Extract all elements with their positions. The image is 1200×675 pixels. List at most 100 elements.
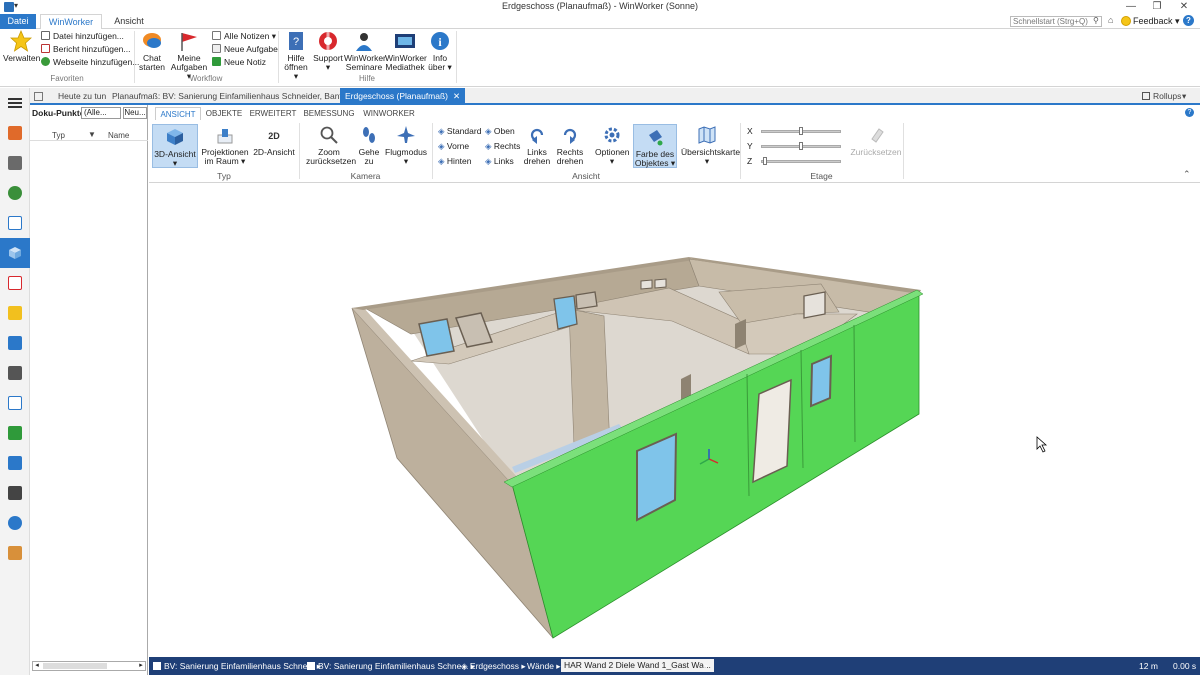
plan-icon[interactable] — [8, 336, 22, 350]
list-icon[interactable] — [8, 396, 22, 410]
breadcrumb-item-bv-1[interactable]: BV: Sanierung Einfamilienhaus Schne... ▸ — [153, 661, 321, 672]
shapes-icon[interactable] — [8, 426, 22, 440]
camera-icon[interactable] — [8, 366, 22, 380]
sidebar-item-3d-selected[interactable] — [0, 238, 30, 268]
front-door[interactable] — [752, 378, 792, 484]
window-frame[interactable] — [640, 279, 653, 290]
ansicht-3d-button[interactable]: 3D-Ansicht ▾ — [152, 124, 198, 168]
slider-y[interactable] — [761, 142, 841, 150]
rechts-drehen-button[interactable]: Rechts drehen — [555, 125, 585, 166]
slider-z[interactable] — [761, 157, 841, 165]
alle-notizen-button[interactable]: Alle Notizen ▾ — [212, 31, 276, 42]
horizontal-scrollbar[interactable]: ◂ ▸ — [32, 661, 146, 671]
datei-hinzufuegen-button[interactable]: Datei hinzufügen... — [41, 31, 124, 42]
verwalten-button[interactable]: Verwalten — [3, 30, 40, 63]
disk-icon[interactable] — [8, 516, 22, 530]
window-frame[interactable] — [575, 291, 598, 310]
home-icon[interactable]: ⌂ — [1108, 15, 1113, 25]
ruler-icon[interactable] — [8, 306, 22, 320]
farbe-des-objektes-button[interactable]: Farbe des Objektes ▾ — [633, 124, 677, 168]
front-window-glass[interactable] — [809, 354, 833, 408]
window-frame[interactable] — [654, 278, 667, 289]
table-icon[interactable] — [8, 156, 22, 170]
window-frame[interactable] — [803, 291, 826, 319]
tab-heute-zu-tun[interactable]: Heute zu tun — [58, 88, 106, 105]
package-icon[interactable] — [8, 546, 22, 560]
export-icon[interactable] — [8, 456, 22, 470]
tab-winworker[interactable]: WinWorker — [40, 14, 102, 30]
tab-ansicht[interactable]: Ansicht — [106, 14, 152, 29]
breadcrumb-item-erdgeschoss[interactable]: ◈ Erdgeschoss ▸ — [461, 661, 526, 672]
breadcrumb-item-waende[interactable]: Wände ▸ — [527, 661, 561, 672]
rollups-button[interactable]: Rollups — [1142, 88, 1181, 105]
breadcrumb-more[interactable]: > — [703, 661, 708, 671]
tab-bemessung[interactable]: BEMESSUNG — [301, 107, 357, 120]
doku-punkte-filter-select[interactable]: (Alle... — [81, 107, 121, 119]
window-glass[interactable] — [418, 318, 455, 357]
bericht-hinzufuegen-button[interactable]: Bericht hinzufügen... — [41, 44, 131, 55]
hamburger-menu-icon[interactable] — [8, 98, 22, 108]
search-icon[interactable]: ⚲ — [1093, 16, 1099, 25]
tab-objekte[interactable]: OBJEKTE — [203, 107, 245, 120]
help-icon[interactable]: ? — [1183, 15, 1194, 26]
gehe-zu-button[interactable]: Gehe zu — [355, 125, 383, 166]
ribbon-help-icon[interactable]: ? — [1185, 108, 1194, 117]
info-ueber-button[interactable]: i Info über ▾ — [427, 30, 453, 72]
slider-y-thumb[interactable] — [799, 142, 803, 150]
scroll-left-icon[interactable]: ◂ — [33, 662, 41, 670]
panel-toggle-icon[interactable] — [34, 92, 43, 101]
uebersichtskarte-button[interactable]: Übersichtskarte ▾ — [681, 125, 740, 166]
ansicht-links-button[interactable]: ◈ Links — [485, 156, 514, 166]
3d-viewport[interactable] — [149, 184, 1200, 657]
collapse-ribbon-icon[interactable]: ⌃ — [1183, 169, 1191, 180]
breadcrumb-item-bv-2[interactable]: BV: Sanierung Einfamilienhaus Schne... ▸ — [307, 661, 475, 672]
tab-winworker-view[interactable]: WINWORKER — [361, 107, 417, 120]
maximize-button[interactable]: ❐ — [1145, 0, 1169, 14]
window-glass[interactable] — [553, 295, 578, 330]
scroll-right-icon[interactable]: ▸ — [137, 662, 145, 670]
zoom-zuruecksetzen-button[interactable]: Zoom zurücksetzen — [306, 125, 356, 166]
3d-model-canvas[interactable] — [149, 184, 1200, 657]
ansicht-vorne-button[interactable]: ◈ Vorne — [438, 141, 469, 151]
slider-z-thumb[interactable] — [763, 157, 767, 165]
tab-datei[interactable]: Datei — [0, 14, 36, 29]
tab-erweitert[interactable]: ERWEITERT — [249, 107, 297, 120]
breadcrumb-item-active-wall[interactable]: HAR Wand 2 Diele Wand 1_Gast Wa... — [561, 659, 714, 672]
ansicht-hinten-button[interactable]: ◈ Hinten — [438, 156, 472, 166]
neu-button[interactable]: Neu... — [123, 107, 147, 119]
feedback-button[interactable]: Feedback ▾ — [1133, 16, 1180, 27]
contacts-icon[interactable] — [8, 186, 22, 200]
close-tab-icon[interactable]: ✕ — [453, 91, 460, 101]
support-button[interactable]: Support ▾ — [313, 30, 343, 72]
tab-planaufmass[interactable]: Planaufmaß: BV: Sanierung Einfamilienhau… — [112, 88, 366, 105]
ansicht-standard-button[interactable]: ◈ Standard — [438, 126, 481, 136]
calendar-icon[interactable] — [8, 126, 22, 140]
scroll-thumb[interactable] — [43, 663, 107, 669]
ansicht-oben-button[interactable]: ◈ Oben — [485, 126, 515, 136]
neue-aufgabe-button[interactable]: Neue Aufgabe — [212, 44, 278, 55]
neue-notiz-button[interactable]: Neue Notiz — [212, 57, 266, 68]
seminare-button[interactable]: WinWorker Seminare — [344, 30, 386, 72]
tab-view-ansicht[interactable]: ANSICHT — [155, 107, 201, 120]
column-name[interactable]: Name — [108, 131, 129, 140]
quick-search-input[interactable]: Schnellstart (Strg+Q) — [1010, 16, 1102, 27]
ansicht-2d-button[interactable]: 2D 2D-Ansicht — [253, 125, 295, 157]
mediathek-button[interactable]: WinWorker Mediathek — [385, 30, 427, 72]
minimize-button[interactable]: — — [1119, 0, 1143, 14]
filter-icon[interactable]: ▼ — [88, 130, 96, 139]
ansicht-rechts-button[interactable]: ◈ Rechts — [485, 141, 520, 151]
links-drehen-button[interactable]: Links drehen — [523, 125, 551, 166]
webseite-hinzufuegen-button[interactable]: Webseite hinzufügen... — [41, 57, 139, 68]
calculator-icon[interactable] — [8, 486, 22, 500]
slider-x[interactable] — [761, 127, 841, 135]
document-icon[interactable] — [8, 216, 22, 230]
tab-erdgeschoss[interactable]: Erdgeschoss (Planaufmaß) ✕ — [340, 88, 466, 105]
optionen-button[interactable]: Optionen ▾ — [595, 125, 630, 166]
projektionen-button[interactable]: Projektionen im Raum ▾ — [201, 125, 249, 166]
tab-menu-chevron-icon[interactable]: ▾ — [1182, 88, 1186, 105]
chat-starten-button[interactable]: Chat starten — [137, 30, 167, 72]
close-button[interactable]: ✕ — [1172, 0, 1196, 14]
flugmodus-button[interactable]: Flugmodus ▾ — [385, 125, 427, 166]
column-typ[interactable]: Typ — [52, 131, 65, 140]
measurement-icon[interactable] — [8, 276, 22, 290]
